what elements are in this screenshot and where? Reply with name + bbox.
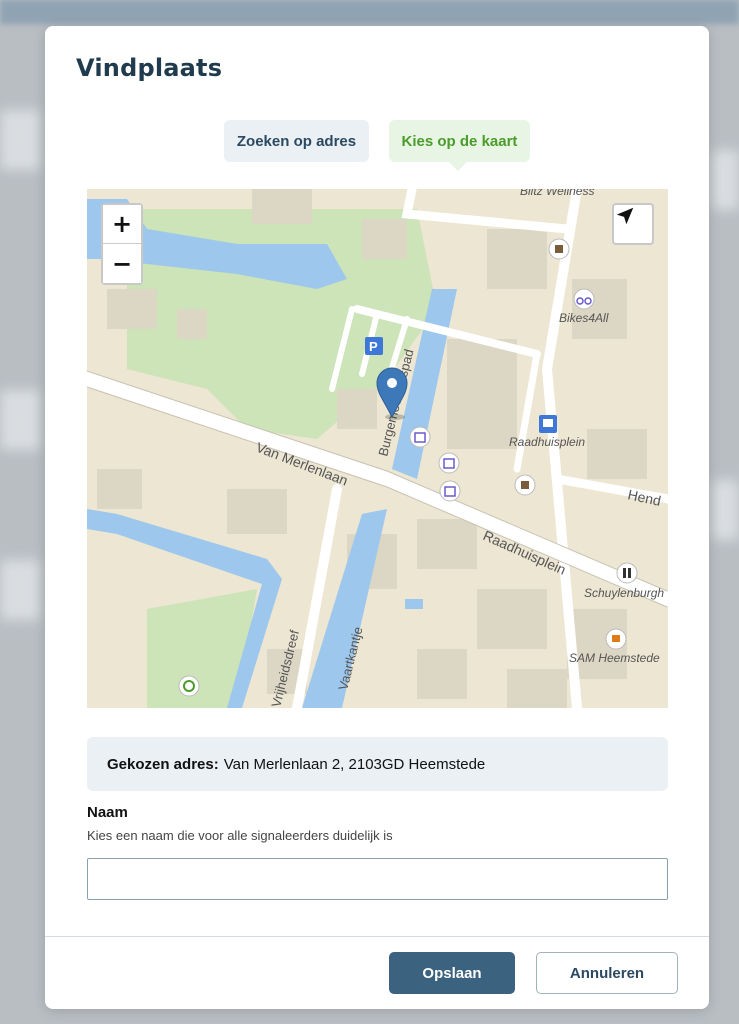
name-hint: Kies een naam die voor alle signaleerder… [87,828,393,843]
footer-divider [45,936,709,937]
dialog-title: Vindplaats [76,54,223,82]
location-dialog: Vindplaats Zoeken op adres Kies op de ka… [45,26,709,1009]
label-blitz-wellness: Blitz Wellness [520,189,594,198]
bicycle-icon [573,288,595,310]
name-input[interactable] [87,858,668,900]
pond [405,599,423,609]
label-schuylenburgh: Schuylenburgh [584,586,664,600]
bus-stop-icon [539,415,557,433]
tab-pick-on-map[interactable]: Kies op de kaart [389,120,530,171]
building-poi-icon [409,426,431,448]
building-poi-icon [438,452,460,474]
background-header [0,0,739,24]
name-label: Naam [87,804,128,821]
chosen-address: Gekozen adres: Van Merlenlaan 2, 2103GD … [87,737,668,791]
parking-icon: P [365,337,383,355]
zoom-control: + − [101,203,143,285]
locate-me-button[interactable] [612,203,654,245]
navigation-arrow-icon [616,207,634,225]
cafe-icon [548,238,570,260]
label-sam-heemstede: SAM Heemstede [569,651,660,665]
background-block [712,480,739,540]
chosen-address-value: Van Merlenlaan 2, 2103GD Heemstede [223,755,486,773]
map-view[interactable]: Blitz Wellness Bikes4All Raadhuisplein S… [87,189,668,708]
svg-text:P: P [369,339,378,354]
label-bikes4all: Bikes4All [559,311,609,325]
tab-search-address[interactable]: Zoeken op adres [224,120,369,162]
coffee-icon [605,628,627,650]
restaurant-icon [616,562,638,584]
label-raadhuisplein-square: Raadhuisplein [509,435,585,449]
background-block [0,560,40,620]
zoom-in-button[interactable]: + [103,205,141,244]
background-block [0,110,40,170]
chosen-address-label: Gekozen adres: [107,755,219,773]
sports-icon [178,675,200,697]
location-mode-tabs: Zoeken op adres Kies op de kaart [224,120,530,171]
cafe-icon [514,474,536,496]
background-block [712,150,739,210]
background-block [0,390,40,450]
map-canvas[interactable]: Blitz Wellness Bikes4All Raadhuisplein S… [87,189,668,708]
building-poi-icon [439,480,461,502]
save-button[interactable]: Opslaan [389,952,515,994]
cancel-button[interactable]: Annuleren [536,952,678,994]
zoom-out-button[interactable]: − [103,244,141,283]
